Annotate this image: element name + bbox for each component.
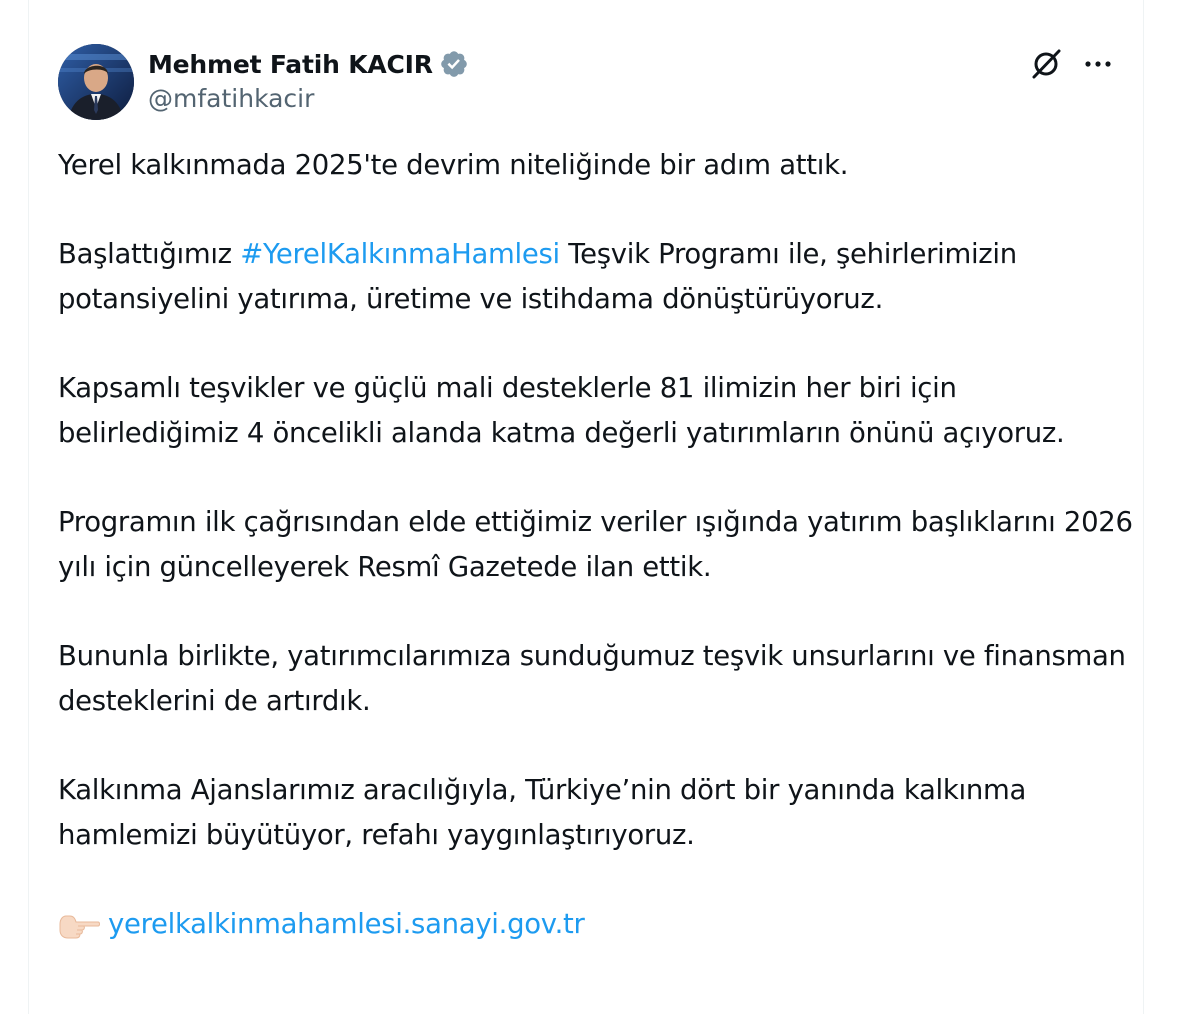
tweet-paragraph: Kapsamlı teşvikler ve güçlü mali destekl… bbox=[58, 372, 1065, 449]
tweet-paragraph: Yerel kalkınmada 2025'te devrim niteliği… bbox=[58, 149, 849, 181]
author-display-name[interactable]: Mehmet Fatih KACIR bbox=[148, 50, 433, 79]
author-avatar[interactable] bbox=[58, 44, 134, 120]
more-options-icon[interactable] bbox=[1078, 44, 1118, 84]
tweet-paragraph: Bununla birlikte, yatırımcılarımıza sund… bbox=[58, 640, 1126, 717]
pointing-hand-icon bbox=[59, 915, 100, 938]
author-name-row[interactable]: Mehmet Fatih KACIR bbox=[148, 46, 469, 82]
tweet-text: Yerel kalkınmada 2025'te devrim niteliği… bbox=[58, 143, 1138, 947]
link-row: yerelkalkinmahamlesi.sanayi.gov.tr bbox=[58, 902, 1138, 947]
tweet-paragraph: Kalkınma Ajanslarımız aracılığıyla, Türk… bbox=[58, 774, 1027, 851]
grok-icon[interactable] bbox=[1026, 44, 1066, 84]
tweet-paragraph: Programın ilk çağrısından elde ettiğimiz… bbox=[58, 506, 1133, 583]
tweet-text-segment: Başlattığımız bbox=[58, 238, 241, 270]
hashtag-link[interactable]: #YerelKalkınmaHamlesi bbox=[240, 238, 560, 270]
author-handle[interactable]: @mfatihkacir bbox=[148, 84, 314, 113]
tweet-paragraph: Başlattığımız #YerelKalkınmaHamlesi Teşv… bbox=[58, 232, 1138, 322]
verified-badge-icon bbox=[441, 51, 467, 77]
external-link[interactable]: yerelkalkinmahamlesi.sanayi.gov.tr bbox=[108, 902, 585, 947]
